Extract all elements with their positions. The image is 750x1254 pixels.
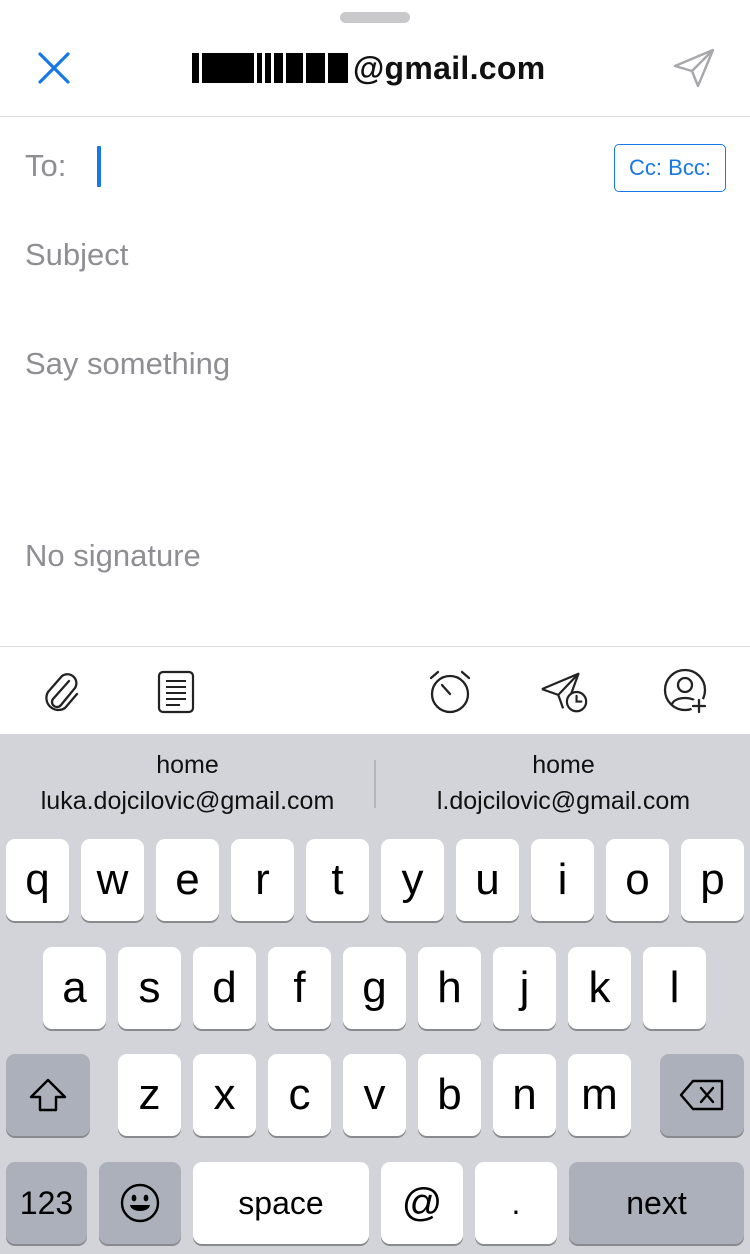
- next-key[interactable]: next: [569, 1162, 744, 1244]
- key-m[interactable]: m: [568, 1054, 631, 1136]
- compose-header: @gmail.com: [0, 0, 750, 117]
- redacted-username: [192, 52, 351, 84]
- subject-input[interactable]: Subject: [25, 237, 128, 273]
- suggestion-label: home: [532, 751, 595, 779]
- schedule-send-button[interactable]: [540, 667, 590, 717]
- close-icon: [38, 52, 70, 84]
- compose-toolbar: [0, 646, 750, 734]
- attach-button[interactable]: [37, 667, 87, 717]
- suggestion-1[interactable]: home luka.dojcilovic@gmail.com: [0, 734, 375, 834]
- to-label: To:: [25, 148, 67, 183]
- from-account[interactable]: @gmail.com: [192, 46, 545, 90]
- alarm-clock-icon: [429, 670, 471, 714]
- template-button[interactable]: [151, 667, 201, 717]
- template-icon: [157, 670, 195, 714]
- emoji-key[interactable]: [99, 1162, 181, 1244]
- send-button[interactable]: [668, 42, 720, 94]
- key-z[interactable]: z: [118, 1054, 181, 1136]
- key-i[interactable]: i: [531, 839, 594, 921]
- key-l[interactable]: l: [643, 947, 706, 1029]
- send-icon: [673, 48, 715, 88]
- suggestion-label: home: [156, 751, 219, 779]
- key-x[interactable]: x: [193, 1054, 256, 1136]
- suggestion-email: luka.dojcilovic@gmail.com: [40, 787, 335, 815]
- dot-key[interactable]: .: [475, 1162, 557, 1244]
- key-k[interactable]: k: [568, 947, 631, 1029]
- key-e[interactable]: e: [156, 839, 219, 921]
- space-key[interactable]: space: [193, 1162, 369, 1244]
- key-y[interactable]: y: [381, 839, 444, 921]
- key-t[interactable]: t: [306, 839, 369, 921]
- key-f[interactable]: f: [268, 947, 331, 1029]
- key-q[interactable]: q: [6, 839, 69, 921]
- key-w[interactable]: w: [81, 839, 144, 921]
- key-r[interactable]: r: [231, 839, 294, 921]
- key-j[interactable]: j: [493, 947, 556, 1029]
- key-c[interactable]: c: [268, 1054, 331, 1136]
- remind-button[interactable]: [425, 667, 475, 717]
- to-input[interactable]: [97, 146, 101, 187]
- key-g[interactable]: g: [343, 947, 406, 1029]
- key-d[interactable]: d: [193, 947, 256, 1029]
- backspace-icon: [679, 1079, 724, 1111]
- suggestion-2[interactable]: home l.dojcilovic@gmail.com: [376, 734, 750, 834]
- key-b[interactable]: b: [418, 1054, 481, 1136]
- suggestion-email: l.dojcilovic@gmail.com: [436, 787, 691, 815]
- numbers-key[interactable]: 123: [6, 1162, 87, 1244]
- shift-icon: [29, 1078, 67, 1112]
- key-n[interactable]: n: [493, 1054, 556, 1136]
- cc-bcc-button[interactable]: Cc: Bcc:: [614, 144, 726, 192]
- close-button[interactable]: [30, 44, 78, 92]
- body-input[interactable]: Say something: [25, 346, 230, 382]
- keyboard: home luka.dojcilovic@gmail.com home l.do…: [0, 734, 750, 1254]
- key-o[interactable]: o: [606, 839, 669, 921]
- key-v[interactable]: v: [343, 1054, 406, 1136]
- key-a[interactable]: a: [43, 947, 106, 1029]
- backspace-key[interactable]: [660, 1054, 744, 1136]
- shift-key[interactable]: [6, 1054, 90, 1136]
- at-key[interactable]: @: [381, 1162, 463, 1244]
- scheduled-send-icon: [541, 672, 588, 713]
- from-email-domain: @gmail.com: [353, 49, 546, 86]
- signature-text[interactable]: No signature: [25, 538, 201, 574]
- add-contact-icon: [663, 668, 707, 714]
- key-p[interactable]: p: [681, 839, 744, 921]
- key-s[interactable]: s: [118, 947, 181, 1029]
- paperclip-icon: [45, 673, 79, 712]
- add-contact-button[interactable]: [661, 667, 711, 717]
- emoji-icon: [120, 1183, 160, 1223]
- key-h[interactable]: h: [418, 947, 481, 1029]
- key-u[interactable]: u: [456, 839, 519, 921]
